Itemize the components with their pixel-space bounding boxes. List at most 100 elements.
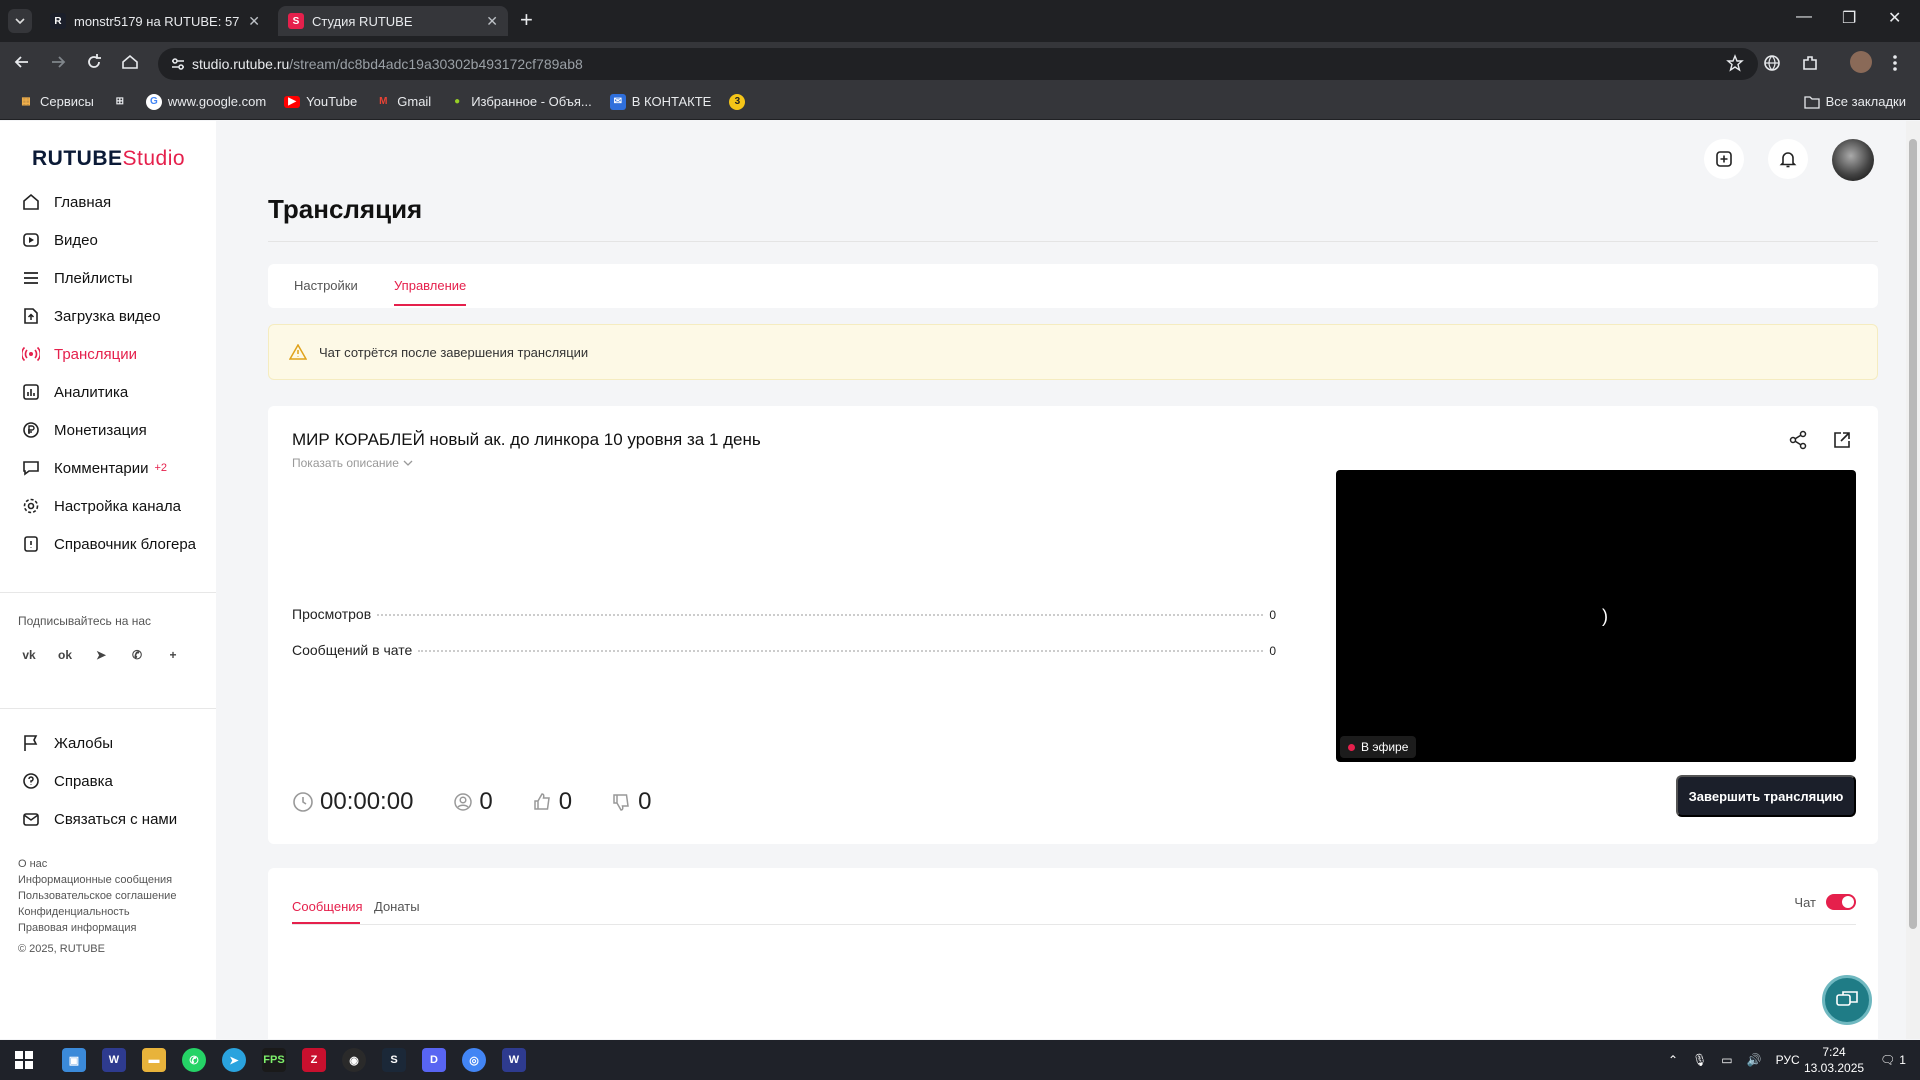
tab-management[interactable]: Управление (394, 278, 466, 293)
back-icon[interactable] (12, 52, 32, 72)
desktop-app-icon[interactable]: ▣ (62, 1048, 86, 1072)
sidebar-item-label: Плейлисты (54, 269, 133, 287)
address-bar[interactable]: studio.rutube.ru/stream/dc8bd4adc19a3030… (158, 48, 1758, 80)
forward-icon[interactable] (48, 52, 68, 72)
stat-label: Сообщений в чате (292, 642, 413, 658)
tab-messages[interactable]: Сообщения (292, 899, 363, 914)
sidebar-item-channel-settings[interactable]: Настройка канала (0, 487, 216, 525)
notifications-button[interactable] (1768, 139, 1808, 179)
fps-monitor-icon[interactable]: FPS (262, 1048, 286, 1072)
site-info-icon[interactable] (170, 56, 186, 72)
sidebar-item-video[interactable]: Видео (0, 221, 216, 259)
system-clock[interactable]: 7:24 13.03.2025 (1804, 1044, 1864, 1076)
support-chat-button[interactable] (1822, 975, 1872, 1025)
game-launcher-icon[interactable]: W (502, 1048, 526, 1072)
share-icon[interactable] (1788, 430, 1808, 450)
sidebar-item-blogger-guide[interactable]: Справочник блогера (0, 525, 216, 563)
vk-icon[interactable]: vk (20, 646, 38, 664)
open-external-icon[interactable] (1832, 430, 1852, 450)
bookmark-services[interactable]: ▦ Сервисы (18, 94, 94, 110)
book-icon (22, 535, 40, 553)
stat-label: Просмотров (292, 606, 372, 622)
rutube-studio-logo[interactable]: RUTUBEStudio (32, 147, 185, 171)
notification-center[interactable]: 🗨 1 (1880, 1040, 1906, 1080)
show-description-toggle[interactable]: Показать описание (292, 456, 413, 470)
game-center-icon[interactable]: W (102, 1048, 126, 1072)
telegram-taskbar-icon[interactable]: ➤ (222, 1048, 246, 1072)
bookmark-coin[interactable]: 3 (729, 93, 746, 110)
telegram-icon[interactable]: ➤ (92, 646, 110, 664)
sidebar-item-playlists[interactable]: Плейлисты (0, 259, 216, 297)
chrome-icon[interactable]: ◎ (462, 1048, 486, 1072)
reload-icon[interactable] (84, 52, 104, 72)
close-tab-icon[interactable]: ✕ (486, 13, 498, 30)
bookmark-youtube[interactable]: ▶ YouTube (284, 94, 357, 109)
obs-icon[interactable]: ◉ (342, 1048, 366, 1072)
sidebar-item-complaints[interactable]: Жалобы (0, 724, 216, 762)
footer-link[interactable]: Информационные сообщения (18, 872, 176, 888)
bookmark-grid[interactable]: ⊞ (112, 94, 128, 110)
footer-link[interactable]: Правовая информация (18, 920, 176, 936)
discord-icon[interactable]: D (422, 1048, 446, 1072)
microphone-icon[interactable]: 🎙 (1692, 1053, 1707, 1067)
network-icon[interactable]: ▭ (1721, 1053, 1732, 1067)
extensions-icon[interactable] (1800, 53, 1820, 73)
tab-search-button[interactable] (8, 9, 32, 33)
volume-icon[interactable]: 🔊 (1747, 1053, 1762, 1067)
footer-link[interactable]: Пользовательское соглашение (18, 888, 176, 904)
minimize-icon[interactable]: — (1796, 8, 1812, 26)
footer-link[interactable]: О нас (18, 856, 176, 872)
user-avatar[interactable] (1832, 139, 1874, 181)
ok-icon[interactable]: ok (56, 646, 74, 664)
media-app-icon[interactable]: Z (302, 1048, 326, 1072)
scrollbar-thumb[interactable] (1909, 139, 1917, 929)
browser-menu-icon[interactable] (1892, 53, 1898, 73)
sidebar-item-upload[interactable]: Загрузка видео (0, 297, 216, 335)
bookmark-google[interactable]: G www.google.com (145, 93, 266, 110)
viber-icon[interactable]: ✆ (128, 646, 146, 664)
thumbs-up-icon (533, 792, 553, 812)
footer-link[interactable]: Конфиденциальность (18, 904, 176, 920)
copyright: © 2025, RUTUBE (18, 943, 105, 955)
language-indicator[interactable]: РУС (1776, 1053, 1800, 1067)
all-bookmarks[interactable]: Все закладки (1803, 94, 1906, 109)
windows-start-icon[interactable] (12, 1048, 36, 1072)
end-stream-button[interactable]: Завершить трансляцию (1676, 775, 1856, 817)
plus-icon[interactable]: + (164, 646, 182, 664)
chat-switch[interactable] (1826, 894, 1856, 910)
url-path: /stream/dc8bd4adc19a30302b493172cf789ab8 (289, 56, 583, 72)
stat-chat-messages: Сообщений в чате 0 (292, 642, 1276, 658)
file-explorer-icon[interactable]: ▬ (142, 1048, 166, 1072)
sidebar-item-monetization[interactable]: Монетизация (0, 411, 216, 449)
bookmark-avito[interactable]: ● Избранное - Объя... (449, 94, 592, 110)
bookmark-gmail[interactable]: M Gmail (375, 94, 431, 110)
tab-donations[interactable]: Донаты (374, 899, 420, 914)
close-window-icon[interactable]: ✕ (1888, 8, 1901, 28)
sidebar-item-contact[interactable]: Связаться с нами (0, 800, 216, 838)
create-button[interactable] (1704, 139, 1744, 179)
bookmark-star-icon[interactable] (1726, 54, 1744, 72)
sidebar-item-analytics[interactable]: Аналитика (0, 373, 216, 411)
home-button-icon[interactable] (120, 52, 140, 72)
sidebar-item-help[interactable]: Справка (0, 762, 216, 800)
sidebar-item-label: Монетизация (54, 421, 147, 439)
browser-tab-studio[interactable]: S Студия RUTUBE ✕ (278, 6, 508, 36)
browser-tab-channel[interactable]: R monstr5179 на RUTUBE: 57 ви ✕ (40, 6, 270, 36)
page-scrollbar[interactable] (1906, 121, 1920, 1039)
new-tab-button[interactable]: + (520, 8, 533, 32)
stat-value: 0 (1269, 608, 1276, 622)
tab-settings[interactable]: Настройки (294, 278, 358, 293)
sidebar-item-label: Связаться с нами (54, 810, 178, 828)
sidebar-item-comments[interactable]: Комментарии +2 (0, 449, 216, 487)
restore-icon[interactable]: ❐ (1842, 8, 1856, 28)
whatsapp-icon[interactable]: ✆ (182, 1048, 206, 1072)
sidebar-item-broadcasts[interactable]: Трансляции (0, 335, 216, 373)
steam-icon[interactable]: S (382, 1048, 406, 1072)
sidebar-item-home[interactable]: Главная (0, 183, 216, 221)
profile-avatar-icon[interactable] (1850, 51, 1872, 73)
translate-icon[interactable] (1762, 53, 1782, 73)
close-tab-icon[interactable]: ✕ (248, 13, 260, 30)
chevron-up-icon[interactable]: ⌃ (1668, 1053, 1678, 1067)
bookmark-vk[interactable]: ✉ В КОНТАКТЕ (609, 93, 711, 110)
video-player[interactable]: ) В эфире (1336, 470, 1856, 762)
